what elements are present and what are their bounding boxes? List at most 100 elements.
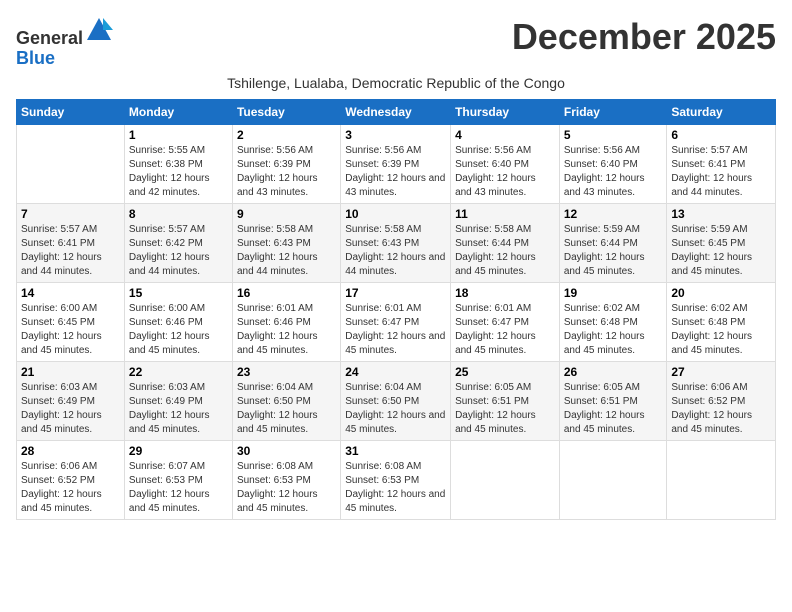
day-number: 4 xyxy=(455,128,555,142)
day-info: Sunrise: 6:01 AM Sunset: 6:47 PM Dayligh… xyxy=(345,302,446,358)
logo-blue-text: Blue xyxy=(16,48,55,68)
day-number: 26 xyxy=(564,365,663,379)
calendar-cell: 17 Sunrise: 6:01 AM Sunset: 6:47 PM Dayli… xyxy=(341,282,451,361)
calendar-cell: 5 Sunrise: 5:56 AM Sunset: 6:40 PM Daylig… xyxy=(559,124,667,203)
calendar-cell: 9 Sunrise: 5:58 AM Sunset: 6:43 PM Daylig… xyxy=(232,203,340,282)
logo: General Blue xyxy=(16,16,113,69)
day-number: 18 xyxy=(455,286,555,300)
day-info: Sunrise: 6:01 AM Sunset: 6:47 PM Dayligh… xyxy=(455,302,555,358)
calendar-cell: 16 Sunrise: 6:01 AM Sunset: 6:46 PM Dayli… xyxy=(232,282,340,361)
day-number: 12 xyxy=(564,207,663,221)
calendar-header-friday: Friday xyxy=(559,99,667,124)
day-number: 16 xyxy=(237,286,336,300)
calendar-cell: 30 Sunrise: 6:08 AM Sunset: 6:53 PM Dayli… xyxy=(232,440,340,519)
day-number: 19 xyxy=(564,286,663,300)
logo-icon xyxy=(85,16,113,44)
day-number: 22 xyxy=(129,365,228,379)
day-number: 5 xyxy=(564,128,663,142)
day-info: Sunrise: 5:59 AM Sunset: 6:45 PM Dayligh… xyxy=(671,223,771,279)
day-number: 1 xyxy=(129,128,228,142)
day-number: 10 xyxy=(345,207,446,221)
calendar-cell: 21 Sunrise: 6:03 AM Sunset: 6:49 PM Dayli… xyxy=(17,361,125,440)
day-info: Sunrise: 5:56 AM Sunset: 6:40 PM Dayligh… xyxy=(455,144,555,200)
day-info: Sunrise: 6:01 AM Sunset: 6:46 PM Dayligh… xyxy=(237,302,336,358)
day-number: 14 xyxy=(21,286,120,300)
calendar-cell: 26 Sunrise: 6:05 AM Sunset: 6:51 PM Dayli… xyxy=(559,361,667,440)
day-number: 7 xyxy=(21,207,120,221)
calendar-cell: 20 Sunrise: 6:02 AM Sunset: 6:48 PM Dayli… xyxy=(667,282,776,361)
day-info: Sunrise: 6:03 AM Sunset: 6:49 PM Dayligh… xyxy=(129,381,228,437)
calendar-week-row: 21 Sunrise: 6:03 AM Sunset: 6:49 PM Dayli… xyxy=(17,361,776,440)
calendar-header-row: SundayMondayTuesdayWednesdayThursdayFrid… xyxy=(17,99,776,124)
day-number: 11 xyxy=(455,207,555,221)
day-number: 8 xyxy=(129,207,228,221)
day-info: Sunrise: 6:05 AM Sunset: 6:51 PM Dayligh… xyxy=(455,381,555,437)
calendar-cell: 14Sunrise: 6:00 AM Sunset: 6:45 PM Dayli… xyxy=(17,282,125,361)
day-number: 6 xyxy=(671,128,771,142)
day-number: 21 xyxy=(21,365,120,379)
calendar-cell xyxy=(559,440,667,519)
day-info: Sunrise: 6:07 AM Sunset: 6:53 PM Dayligh… xyxy=(129,460,228,516)
calendar-cell: 13 Sunrise: 5:59 AM Sunset: 6:45 PM Dayli… xyxy=(667,203,776,282)
calendar-cell: 6 Sunrise: 5:57 AM Sunset: 6:41 PM Daylig… xyxy=(667,124,776,203)
day-info: Sunrise: 5:57 AM Sunset: 6:42 PM Dayligh… xyxy=(129,223,228,279)
calendar-week-row: 7 Sunrise: 5:57 AM Sunset: 6:41 PM Daylig… xyxy=(17,203,776,282)
calendar-cell xyxy=(451,440,560,519)
day-number: 15 xyxy=(129,286,228,300)
day-number: 9 xyxy=(237,207,336,221)
calendar-header-sunday: Sunday xyxy=(17,99,125,124)
calendar-cell: 12 Sunrise: 5:59 AM Sunset: 6:44 PM Dayli… xyxy=(559,203,667,282)
day-info: Sunrise: 5:56 AM Sunset: 6:40 PM Dayligh… xyxy=(564,144,663,200)
day-info: Sunrise: 6:03 AM Sunset: 6:49 PM Dayligh… xyxy=(21,381,120,437)
calendar-cell: 4 Sunrise: 5:56 AM Sunset: 6:40 PM Daylig… xyxy=(451,124,560,203)
calendar-subtitle: Tshilenge, Lualaba, Democratic Republic … xyxy=(16,75,776,91)
calendar-cell: 25 Sunrise: 6:05 AM Sunset: 6:51 PM Dayli… xyxy=(451,361,560,440)
day-info: Sunrise: 5:57 AM Sunset: 6:41 PM Dayligh… xyxy=(21,223,120,279)
day-number: 31 xyxy=(345,444,446,458)
calendar-cell: 18 Sunrise: 6:01 AM Sunset: 6:47 PM Dayli… xyxy=(451,282,560,361)
calendar-cell: 24 Sunrise: 6:04 AM Sunset: 6:50 PM Dayli… xyxy=(341,361,451,440)
calendar-cell: 11Sunrise: 5:58 AM Sunset: 6:44 PM Dayli… xyxy=(451,203,560,282)
day-info: Sunrise: 5:57 AM Sunset: 6:41 PM Dayligh… xyxy=(671,144,771,200)
day-number: 30 xyxy=(237,444,336,458)
day-info: Sunrise: 5:58 AM Sunset: 6:43 PM Dayligh… xyxy=(345,223,446,279)
day-info: Sunrise: 5:58 AM Sunset: 6:43 PM Dayligh… xyxy=(237,223,336,279)
calendar-header-thursday: Thursday xyxy=(451,99,560,124)
day-number: 20 xyxy=(671,286,771,300)
day-info: Sunrise: 6:04 AM Sunset: 6:50 PM Dayligh… xyxy=(237,381,336,437)
calendar-week-row: 28Sunrise: 6:06 AM Sunset: 6:52 PM Dayli… xyxy=(17,440,776,519)
calendar-cell xyxy=(667,440,776,519)
day-info: Sunrise: 6:06 AM Sunset: 6:52 PM Dayligh… xyxy=(671,381,771,437)
calendar-cell: 15 Sunrise: 6:00 AM Sunset: 6:46 PM Dayli… xyxy=(124,282,232,361)
calendar-header-tuesday: Tuesday xyxy=(232,99,340,124)
logo-general-text: General xyxy=(16,28,83,48)
calendar-cell: 1Sunrise: 5:55 AM Sunset: 6:38 PM Daylig… xyxy=(124,124,232,203)
day-info: Sunrise: 6:08 AM Sunset: 6:53 PM Dayligh… xyxy=(237,460,336,516)
calendar-cell: 7 Sunrise: 5:57 AM Sunset: 6:41 PM Daylig… xyxy=(17,203,125,282)
calendar-table: SundayMondayTuesdayWednesdayThursdayFrid… xyxy=(16,99,776,520)
calendar-cell: 2 Sunrise: 5:56 AM Sunset: 6:39 PM Daylig… xyxy=(232,124,340,203)
calendar-cell: 8 Sunrise: 5:57 AM Sunset: 6:42 PM Daylig… xyxy=(124,203,232,282)
day-number: 25 xyxy=(455,365,555,379)
day-info: Sunrise: 6:02 AM Sunset: 6:48 PM Dayligh… xyxy=(671,302,771,358)
day-number: 3 xyxy=(345,128,446,142)
day-info: Sunrise: 5:56 AM Sunset: 6:39 PM Dayligh… xyxy=(237,144,336,200)
day-number: 29 xyxy=(129,444,228,458)
day-number: 24 xyxy=(345,365,446,379)
month-title: December 2025 xyxy=(512,16,776,58)
day-info: Sunrise: 6:05 AM Sunset: 6:51 PM Dayligh… xyxy=(564,381,663,437)
day-number: 13 xyxy=(671,207,771,221)
calendar-cell: 23Sunrise: 6:04 AM Sunset: 6:50 PM Dayli… xyxy=(232,361,340,440)
day-number: 2 xyxy=(237,128,336,142)
page-header: General Blue December 2025 xyxy=(16,16,776,69)
day-info: Sunrise: 6:04 AM Sunset: 6:50 PM Dayligh… xyxy=(345,381,446,437)
calendar-cell: 10 Sunrise: 5:58 AM Sunset: 6:43 PM Dayli… xyxy=(341,203,451,282)
calendar-cell: 19Sunrise: 6:02 AM Sunset: 6:48 PM Dayli… xyxy=(559,282,667,361)
day-info: Sunrise: 5:59 AM Sunset: 6:44 PM Dayligh… xyxy=(564,223,663,279)
calendar-cell: 28Sunrise: 6:06 AM Sunset: 6:52 PM Dayli… xyxy=(17,440,125,519)
day-info: Sunrise: 6:00 AM Sunset: 6:46 PM Dayligh… xyxy=(129,302,228,358)
day-number: 28 xyxy=(21,444,120,458)
calendar-cell: 29 Sunrise: 6:07 AM Sunset: 6:53 PM Dayli… xyxy=(124,440,232,519)
day-number: 17 xyxy=(345,286,446,300)
calendar-cell: 3Sunrise: 5:56 AM Sunset: 6:39 PM Daylig… xyxy=(341,124,451,203)
